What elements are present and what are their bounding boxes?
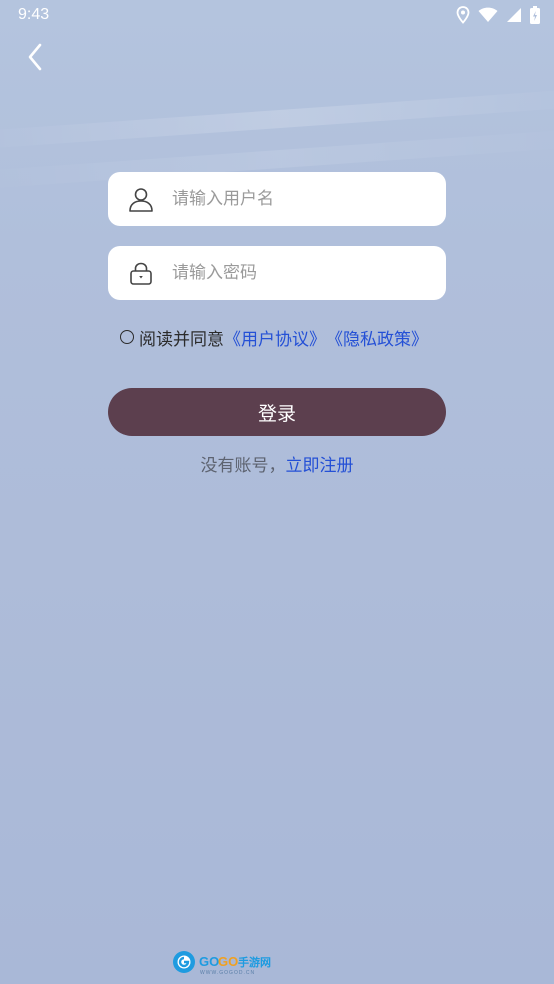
register-prompt: 没有账号， — [200, 456, 286, 476]
privacy-policy-link[interactable]: 《隐私政策》 — [326, 325, 428, 350]
svg-text:GO: GO — [218, 954, 238, 969]
svg-text:手游网: 手游网 — [238, 955, 271, 969]
battery-charging-icon — [530, 6, 540, 24]
agreement-prefix: 阅读并同意 — [139, 329, 224, 350]
status-bar: 9:43 — [0, 0, 554, 32]
register-link[interactable]: 立即注册 — [286, 456, 354, 476]
signal-icon — [507, 8, 521, 22]
svg-text:GO: GO — [199, 954, 219, 969]
password-field[interactable] — [108, 246, 446, 300]
user-agreement-link[interactable]: 《用户协议》 — [224, 325, 326, 350]
status-time: 9:43 — [18, 6, 50, 23]
agreement-row: 阅读并同意 《用户协议》 《隐私政策》 — [120, 324, 428, 350]
background-streak — [0, 87, 554, 151]
chevron-left-icon — [28, 43, 42, 71]
user-icon — [128, 186, 154, 212]
username-field[interactable] — [108, 172, 446, 226]
location-icon — [456, 6, 470, 24]
svg-text:WWW.GOGOD.CN: WWW.GOGOD.CN — [200, 970, 255, 976]
login-button[interactable]: 登录 — [108, 388, 446, 436]
agreement-radio[interactable] — [120, 330, 134, 344]
status-icons — [456, 5, 540, 25]
password-input[interactable] — [170, 262, 414, 284]
wifi-icon — [478, 7, 498, 22]
watermark-logo: GO GO 手游网 WWW.GOGOD.CN — [173, 951, 271, 976]
lock-icon — [128, 260, 154, 286]
register-row: 没有账号，立即注册 — [0, 451, 554, 477]
back-button[interactable] — [18, 40, 52, 74]
username-input[interactable] — [170, 188, 414, 210]
